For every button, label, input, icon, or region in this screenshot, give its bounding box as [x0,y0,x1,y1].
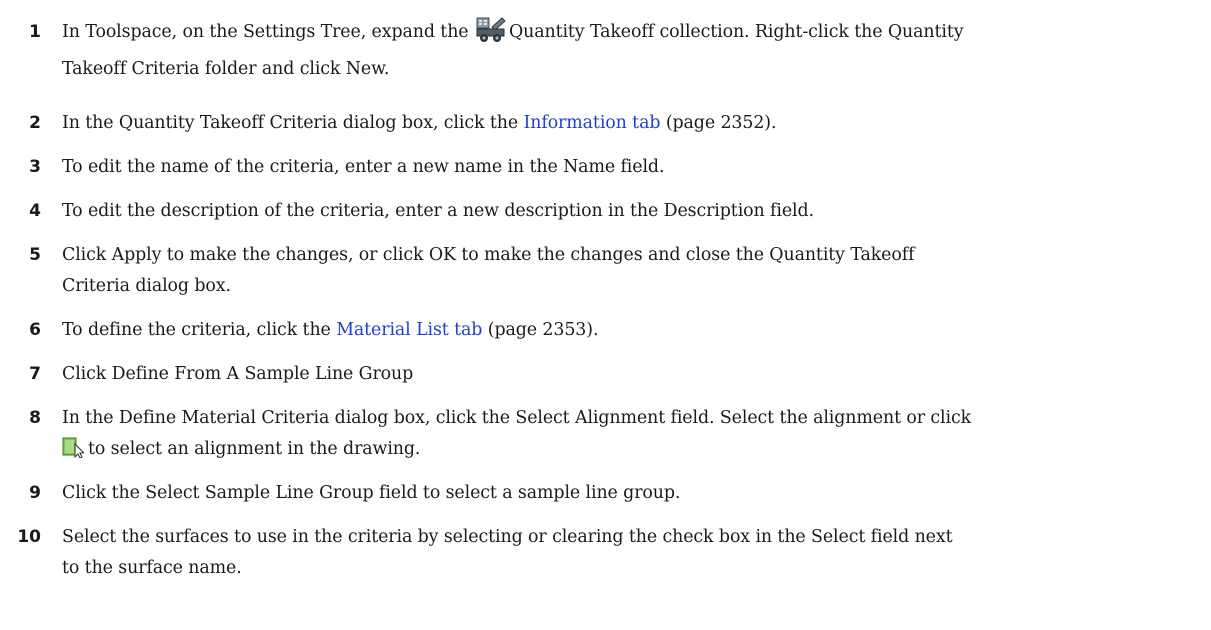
step-number: 2 [29,113,41,133]
step-text: Select the surfaces to use in the criter… [62,522,1202,584]
step-text-part: Criteria dialog box. [62,276,231,296]
step-number: 1 [29,22,41,42]
step-text-part: Takeoff Criteria folder and click New. [62,59,390,79]
step-text-part: In the Define Material Criteria dialog b… [62,408,972,428]
information-tab-link[interactable]: Information tab [523,113,660,133]
step-text: In Toolspace, on the Settings Tree, expa… [62,17,1202,85]
step-number: 8 [29,408,41,428]
step-number: 4 [29,201,41,221]
step-text: Click Define From A Sample Line Group [62,364,414,384]
step-number: 3 [29,157,41,177]
step-number: 7 [29,364,41,384]
step-number: 6 [29,320,41,340]
step-text: To edit the description of the criteria,… [62,201,814,221]
step-text-part: (page 2352). [665,113,777,133]
step-text-part: Select the surfaces to use in the criter… [62,527,953,547]
quantity-takeoff-collection-icon [476,17,506,54]
step-text-part: In Toolspace, on the Settings Tree, expa… [62,22,469,42]
step-text: Click Apply to make the changes, or clic… [62,240,1202,302]
step-text-part: to the surface name. [62,558,242,578]
step-text: To define the criteria, click the Materi… [62,315,1202,346]
step-text-part: (page 2353). [487,320,599,340]
step-text-part: Quantity Takeoff collection. Right-click… [508,22,964,42]
step-text: Click the Select Sample Line Group field… [62,483,681,503]
step-number: 10 [17,527,41,547]
pick-from-drawing-icon [62,436,86,469]
step-text-part: In the Quantity Takeoff Criteria dialog … [62,113,519,133]
material-list-tab-link[interactable]: Material List tab [336,320,482,340]
step-number: 5 [29,245,41,265]
step-text-part: To define the criteria, click the [62,320,331,340]
step-text-part: Click Apply to make the changes, or clic… [62,245,915,265]
step-text: In the Quantity Takeoff Criteria dialog … [62,108,1202,139]
step-number: 9 [29,483,41,503]
step-text: To edit the name of the criteria, enter … [62,157,665,177]
step-text: In the Define Material Criteria dialog b… [62,403,1202,469]
step-text-part: to select an alignment in the drawing. [88,439,421,459]
